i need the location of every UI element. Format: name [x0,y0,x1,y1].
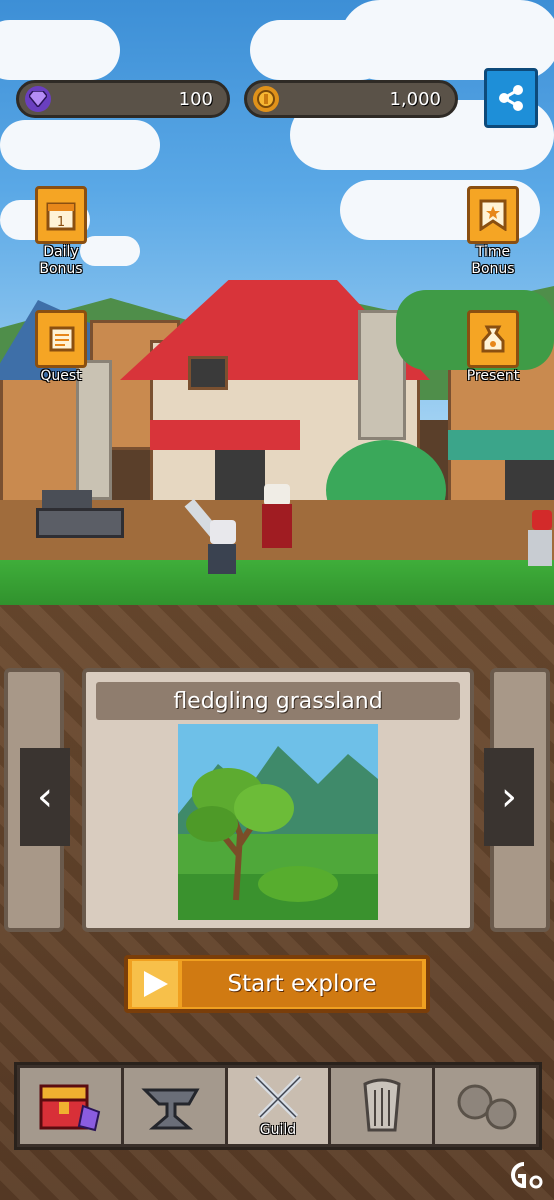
coin-count: 1,000 [389,88,441,110]
tab-guild[interactable]: Guild [227,1068,329,1144]
daily-bonus-label: Daily Bonus [39,244,83,277]
quest-button[interactable]: Quest [16,310,106,385]
next-stage-button[interactable]: › [484,748,534,846]
tab-forge[interactable] [123,1068,225,1144]
present-button[interactable]: Present [448,310,538,385]
harp-icon [363,1078,401,1132]
quest-label: Quest [40,368,82,384]
svg-text:1: 1 [57,215,65,230]
share-icon [499,85,523,111]
npc-character-right[interactable] [526,510,554,570]
crossed-swords-icon [253,1074,303,1120]
share-button[interactable] [484,68,538,128]
time-bonus-label: Time Bonus [471,244,515,277]
coin-counter[interactable]: 1,000 [244,80,458,118]
daily-bonus-button[interactable]: 1 Daily Bonus [16,186,106,278]
cloud [0,20,120,80]
chevron-left-icon: ‹ [37,774,53,820]
anvil-workbench [36,490,124,540]
bottom-nav: Guild [14,1062,542,1150]
coin-icon [253,86,279,112]
gem-count: 100 [178,88,213,110]
tab-locked[interactable] [435,1068,536,1144]
grass [0,560,554,610]
gem-counter[interactable]: 100 [16,80,230,118]
start-explore-button[interactable]: Start explore [124,955,430,1013]
treasure-chest-icon [39,1084,101,1132]
stage-title: fledgling grassland [173,688,383,714]
start-explore-label: Start explore [227,971,377,997]
rocks-icon [457,1084,517,1130]
prev-stage-button[interactable]: ‹ [20,748,70,846]
present-label: Present [466,368,520,384]
tab-guild-label: Guild [259,1122,297,1138]
gem-icon [25,86,51,112]
cloud [0,120,160,170]
stage-card[interactable]: fledgling grassland [82,668,474,932]
npc-character[interactable] [256,484,300,550]
scroll-icon [35,310,87,368]
site-logo-watermark [506,1160,544,1190]
stage-preview-image [178,724,378,920]
hero-character[interactable] [184,498,246,578]
tab-harp[interactable] [331,1068,433,1144]
anvil-icon [141,1088,200,1130]
play-icon [132,961,178,1007]
stage-title-bar: fledgling grassland [96,682,460,720]
ribbon-icon [467,186,519,244]
calendar-icon: 1 [35,186,87,244]
chevron-right-icon: › [501,774,517,820]
bag-icon [467,310,519,368]
time-bonus-button[interactable]: Time Bonus [448,186,538,278]
tab-inventory[interactable] [20,1068,121,1144]
